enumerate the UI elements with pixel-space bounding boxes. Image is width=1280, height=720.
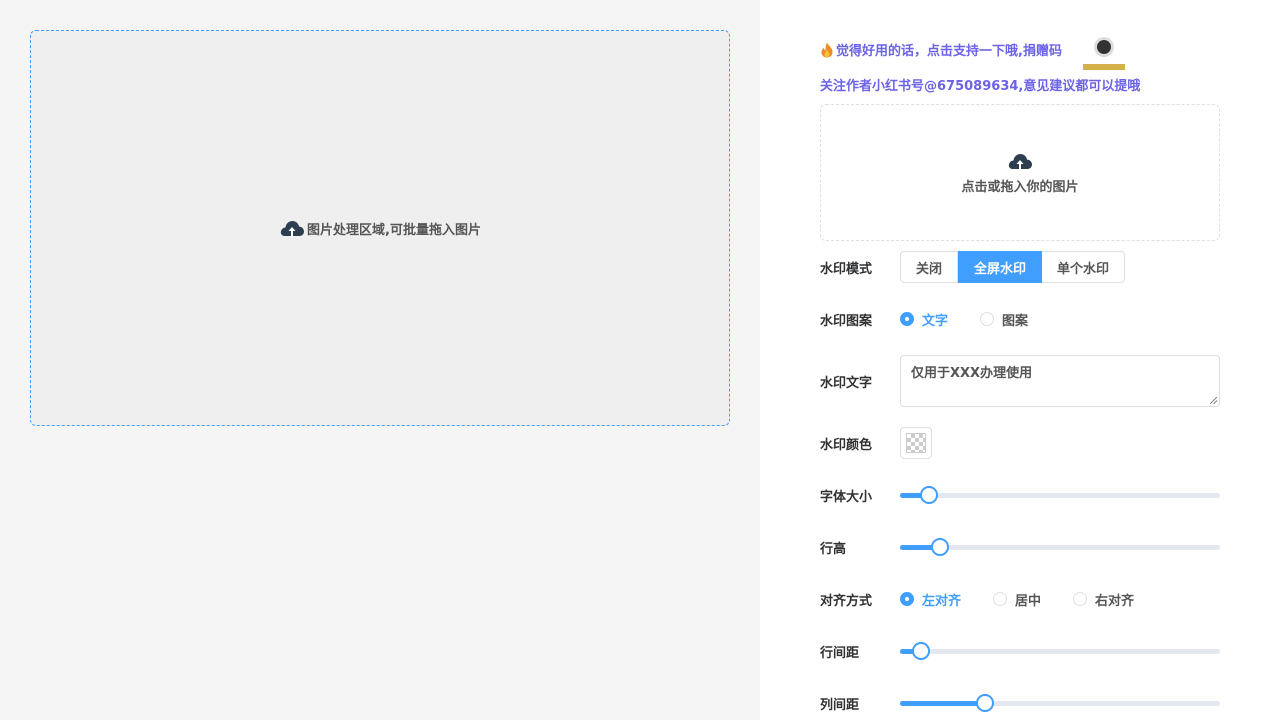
row-spacing-row: 行间距 — [820, 641, 1220, 661]
slider-track — [900, 493, 1220, 498]
donation-qr-image[interactable] — [1083, 30, 1125, 70]
slider-fill — [900, 701, 985, 706]
watermark-text-row: 水印文字 仅用于XXX办理使用 — [820, 355, 1220, 407]
upload-box[interactable]: 点击或拖入你的图片 — [820, 104, 1220, 241]
alignment-row: 对齐方式 左对齐 居中 右对齐 — [820, 589, 1220, 609]
align-left-label: 左对齐 — [922, 593, 962, 609]
color-picker[interactable] — [900, 427, 932, 459]
row-spacing-slider[interactable] — [900, 641, 1220, 661]
cloud-upload-icon — [280, 221, 305, 237]
qr-code-icon — [1097, 40, 1111, 54]
radio-dot — [900, 592, 914, 606]
watermark-pattern-row: 水印图案 文字 图案 — [820, 309, 1220, 329]
pattern-text-label: 文字 — [922, 313, 949, 329]
watermark-pattern-group: 文字 图案 — [900, 310, 1060, 329]
watermark-mode-label: 水印模式 — [820, 261, 873, 277]
watermark-text-value: 仅用于XXX办理使用 — [911, 366, 1033, 381]
radio-dot — [900, 312, 914, 326]
pattern-image-radio[interactable]: 图案 — [980, 310, 1028, 329]
col-spacing-slider[interactable] — [900, 693, 1220, 713]
donate-text: 觉得好用的话，点击支持一下哦,捐赠码 — [836, 44, 1062, 59]
slider-thumb[interactable] — [931, 538, 949, 556]
watermark-mode-group: 关闭 全屏水印 单个水印 — [900, 251, 1126, 283]
watermark-mode-row: 水印模式 关闭 全屏水印 单个水印 — [820, 251, 1220, 283]
fire-icon — [821, 42, 833, 57]
line-height-label: 行高 — [820, 541, 847, 557]
radio-dot — [980, 312, 995, 326]
slider-track — [900, 649, 1220, 654]
resize-grip-icon[interactable] — [1210, 397, 1217, 404]
align-center-radio[interactable]: 居中 — [993, 590, 1041, 609]
alignment-label: 对齐方式 — [820, 593, 873, 609]
align-center-label: 居中 — [1015, 593, 1042, 609]
cloud-upload-icon — [1008, 154, 1032, 170]
transparent-swatch-icon — [906, 433, 926, 453]
alignment-group: 左对齐 居中 右对齐 — [900, 590, 1166, 609]
radio-dot — [993, 592, 1008, 606]
font-size-slider[interactable] — [900, 485, 1220, 505]
watermark-text-input[interactable]: 仅用于XXX办理使用 — [900, 355, 1220, 407]
pattern-text-radio[interactable]: 文字 — [900, 310, 948, 329]
watermark-pattern-label: 水印图案 — [820, 313, 873, 329]
slider-thumb[interactable] — [975, 694, 994, 712]
watermark-text-label: 水印文字 — [820, 375, 873, 391]
line-height-row: 行高 — [820, 537, 1220, 557]
mode-fullscreen-button[interactable]: 全屏水印 — [958, 251, 1043, 283]
col-spacing-row: 列间距 — [820, 693, 1220, 713]
drop-area-content: 图片处理区域,可批量拖入图片 — [279, 217, 481, 239]
align-right-label: 右对齐 — [1095, 593, 1135, 609]
mode-single-button[interactable]: 单个水印 — [1042, 251, 1126, 283]
pattern-image-label: 图案 — [1002, 313, 1029, 329]
font-size-row: 字体大小 — [820, 485, 1220, 505]
radio-dot — [1073, 592, 1088, 606]
donate-link[interactable]: 觉得好用的话，点击支持一下哦,捐赠码 — [820, 40, 1062, 59]
line-height-slider[interactable] — [900, 537, 1220, 557]
upload-text: 点击或拖入你的图片 — [961, 180, 1079, 195]
image-workspace: 图片处理区域,可批量拖入图片 — [0, 0, 760, 720]
slider-thumb[interactable] — [919, 486, 938, 504]
image-drop-area[interactable]: 图片处理区域,可批量拖入图片 — [30, 30, 730, 426]
font-size-label: 字体大小 — [820, 489, 873, 505]
watermark-color-row: 水印颜色 — [820, 427, 1220, 459]
watermark-color-label: 水印颜色 — [820, 437, 873, 453]
align-left-radio[interactable]: 左对齐 — [900, 590, 961, 609]
follow-author-text: 关注作者小红书号@675089634,意见建议都可以提哦 — [820, 79, 1141, 94]
mode-off-button[interactable]: 关闭 — [900, 251, 959, 283]
align-right-radio[interactable]: 右对齐 — [1073, 590, 1134, 609]
settings-panel: 觉得好用的话，点击支持一下哦,捐赠码 关注作者小红书号@675089634,意见… — [760, 0, 1280, 720]
col-spacing-label: 列间距 — [820, 697, 860, 713]
row-spacing-label: 行间距 — [820, 645, 860, 661]
slider-thumb[interactable] — [911, 642, 930, 660]
drop-area-text: 图片处理区域,可批量拖入图片 — [307, 222, 481, 238]
